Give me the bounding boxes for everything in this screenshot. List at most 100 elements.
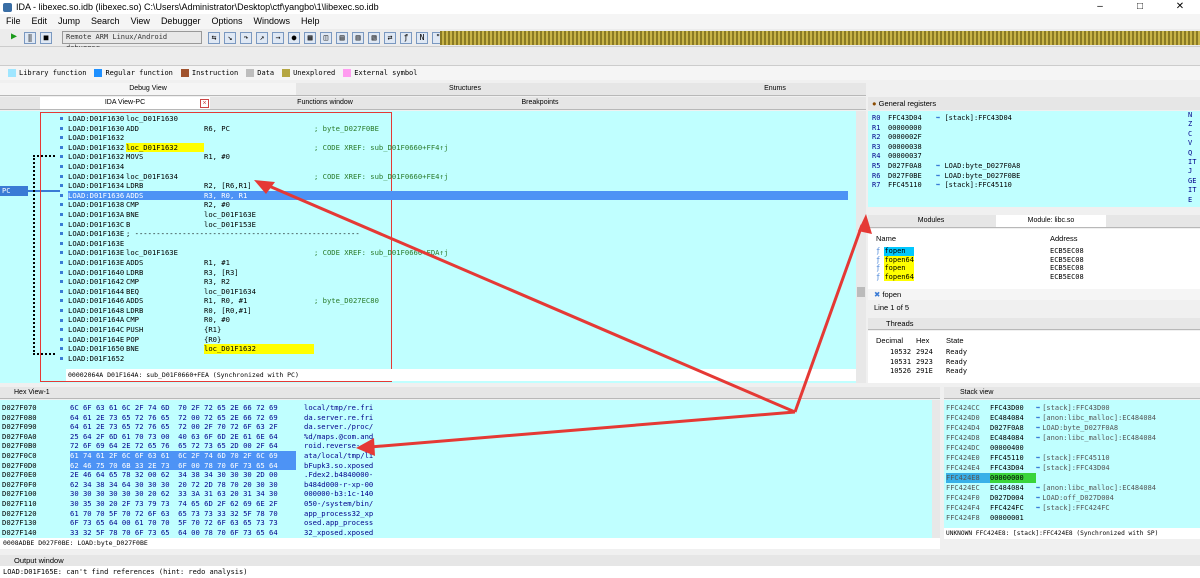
register-row[interactable]: R7 FFC45110 ➥ [stack]:FFC45110 bbox=[872, 181, 1188, 191]
hex-row[interactable]: D027F0A0 25 64 2F 6D 61 70 73 00 40 63 6F… bbox=[2, 432, 932, 442]
thread-row[interactable]: 10531 2923 Ready bbox=[876, 358, 1196, 368]
minimize-button[interactable]: – bbox=[1080, 0, 1120, 14]
menu-search[interactable]: Search bbox=[91, 14, 120, 29]
hex-scrollbar[interactable] bbox=[932, 400, 940, 538]
disasm-line[interactable]: LOAD:D01F1650 BNE loc_D01F1632 bbox=[68, 344, 848, 354]
debugger-select[interactable]: Remote ARM Linux/Android debugger bbox=[62, 31, 202, 52]
close-icon[interactable]: × bbox=[200, 99, 209, 108]
disasm-line[interactable]: LOAD:D01F1634 LDRB R2, [R6,R1] bbox=[68, 181, 848, 191]
stack-row[interactable]: FFC424F8 00000001 bbox=[946, 513, 1200, 523]
hex-row[interactable]: D027F0E0 2E 46 64 65 78 32 00 62 34 38 34… bbox=[2, 470, 932, 480]
hex-row[interactable]: D027F0C0 61 74 61 2F 6C 6F 63 61 6C 2F 74… bbox=[2, 450, 932, 461]
menu-windows[interactable]: Windows bbox=[254, 14, 291, 29]
tab-enums[interactable]: Enums bbox=[630, 83, 920, 95]
register-row[interactable]: R5 D027F0A8 ➥ LOAD:byte_D027F0A8 bbox=[872, 162, 1188, 172]
jump-arrow-icon[interactable]: ➥ bbox=[1036, 484, 1040, 492]
registers-panel[interactable]: R0 FFC43D04 ➥ [stack]:FFC43D04 R1 00000000 R2… bbox=[868, 111, 1188, 207]
col-state[interactable]: State bbox=[946, 336, 964, 345]
disasm-line[interactable]: LOAD:D01F163E ADDS R1, #1 bbox=[68, 258, 848, 268]
disasm-line[interactable]: LOAD:D01F1652 bbox=[68, 354, 848, 364]
register-value[interactable]: FFC43D04 bbox=[888, 114, 936, 124]
hex-view-panel[interactable]: D027F070 6C 6F 63 61 6C 2F 74 6D 70 2F 72… bbox=[0, 400, 932, 538]
disasm-line[interactable]: LOAD:D01F164A CMP R0, #0 bbox=[68, 315, 848, 325]
breakpoint-icon[interactable]: ● bbox=[288, 31, 300, 44]
run-to-cursor-icon[interactable]: → bbox=[272, 31, 284, 44]
disasm-line[interactable]: LOAD:D01F164E POP {R0} bbox=[68, 335, 848, 345]
register-row[interactable]: R6 D027F0BE ➥ LOAD:byte_D027F0BE bbox=[872, 172, 1188, 182]
hex-row[interactable]: D027F070 6C 6F 63 61 6C 2F 74 6D 70 2F 72… bbox=[2, 403, 932, 413]
attach-icon[interactable]: ⇆ bbox=[208, 31, 220, 44]
menu-options[interactable]: Options bbox=[211, 14, 242, 29]
tab-ida-view-pc[interactable]: IDA View-PC bbox=[40, 97, 210, 109]
jump-arrow-icon[interactable]: ➥ bbox=[1036, 414, 1040, 422]
tab-structures[interactable]: Structures bbox=[320, 83, 610, 95]
close-button[interactable]: ✕ bbox=[1160, 0, 1200, 14]
tab-module-libc[interactable]: Module: libc.so bbox=[996, 215, 1106, 227]
col-name[interactable]: Name bbox=[876, 234, 896, 243]
hex-row[interactable]: D027F120 61 70 70 5F 70 72 6F 63 65 73 73… bbox=[2, 509, 932, 519]
menu-help[interactable]: Help bbox=[301, 14, 320, 29]
run-icon[interactable]: ▶ bbox=[8, 31, 20, 44]
module-row[interactable]: ƒ fopen ECB5EC08 bbox=[876, 264, 1196, 273]
hex-row[interactable]: D027F100 30 30 30 30 30 30 20 62 33 3A 31… bbox=[2, 489, 932, 499]
register-value[interactable]: 0000002F bbox=[888, 133, 936, 143]
register-value[interactable]: 00000000 bbox=[888, 124, 936, 134]
xref-icon[interactable]: ⇄ bbox=[384, 31, 396, 44]
register-row[interactable]: R0 FFC43D04 ➥ [stack]:FFC43D04 bbox=[872, 114, 1188, 124]
col-decimal[interactable]: Decimal bbox=[876, 336, 903, 345]
module-row[interactable]: ƒ fopen64 ECB5EC08 bbox=[876, 255, 1196, 264]
register-value[interactable]: 00000038 bbox=[888, 143, 936, 153]
jump-arrow-icon[interactable]: ➥ bbox=[1036, 404, 1040, 412]
modules-panel[interactable]: Name Address ƒ fopen ECB5EC08 ƒ fopen64 ECB… bbox=[868, 229, 1200, 289]
threads-panel[interactable]: Decimal Hex State 10532 2924 Ready 10531 292… bbox=[868, 331, 1200, 383]
stack-row[interactable]: FFC424D8 EC484084 ➥ [anon:libc_malloc]:EC48… bbox=[946, 433, 1200, 443]
stack-view-panel[interactable]: FFC424CC FFC43D00 ➥ [stack]:FFC43D00 FFC424D… bbox=[944, 400, 1200, 528]
hex-row[interactable]: D027F0D0 62 46 75 70 6B 33 2E 73 6F 00 78… bbox=[2, 460, 932, 471]
modules-search[interactable]: ✖ fopen bbox=[868, 289, 1200, 300]
jump-arrow-icon[interactable]: ➥ bbox=[1036, 454, 1040, 462]
name-icon[interactable]: N bbox=[416, 31, 428, 44]
stack-row[interactable]: FFC424D0 EC484084 ➥ [anon:libc_malloc]:EC48… bbox=[946, 413, 1200, 423]
tab-modules[interactable]: Modules bbox=[886, 215, 976, 227]
disasm-line[interactable]: LOAD:D01F163E; -------------------------… bbox=[68, 229, 848, 239]
col-address[interactable]: Address bbox=[1050, 234, 1078, 243]
maximize-button[interactable]: □ bbox=[1120, 0, 1160, 14]
stack-row[interactable]: FFC424EC EC484084 ➥ [anon:libc_malloc]:EC48… bbox=[946, 483, 1200, 493]
register-value[interactable]: D027F0BE bbox=[888, 172, 936, 182]
hex-row[interactable]: D027F080 64 61 2E 73 65 72 76 65 72 00 72… bbox=[2, 413, 932, 423]
col-hex[interactable]: Hex bbox=[916, 336, 929, 345]
disasm-line[interactable]: LOAD:D01F163E bbox=[68, 239, 848, 249]
disasm-line[interactable]: LOAD:D01F163C Bloc_D01F153E bbox=[68, 220, 848, 230]
disassembly-listing[interactable]: LOAD:D01F1630 loc_D01F1630 LOAD:D01F1630 AD… bbox=[68, 114, 848, 363]
jump-arrow-icon[interactable]: ➥ bbox=[1036, 434, 1040, 442]
pause-icon[interactable]: ‖ bbox=[24, 31, 36, 44]
navigation-band[interactable] bbox=[440, 31, 1200, 45]
menu-view[interactable]: View bbox=[131, 14, 150, 29]
menu-jump[interactable]: Jump bbox=[58, 14, 80, 29]
disasm-line[interactable]: LOAD:D01F1634 bbox=[68, 162, 848, 172]
jump-arrow-icon[interactable]: ➥ bbox=[1036, 494, 1040, 502]
disasm-line[interactable]: LOAD:D01F163A BNE loc_D01F163E bbox=[68, 210, 848, 220]
stack-row[interactable]: FFC424E8 00000000 bbox=[946, 473, 1200, 483]
stack-row[interactable]: FFC424D4 D027F0A8 ➥ LOAD:byte_D027F0A8 bbox=[946, 423, 1200, 433]
register-value[interactable]: D027F0A8 bbox=[888, 162, 936, 172]
step-out-icon[interactable]: ↗ bbox=[256, 31, 268, 44]
tab-breakpoints[interactable]: Breakpoints bbox=[440, 97, 640, 109]
register-row[interactable]: R1 00000000 bbox=[872, 124, 1188, 134]
stack-row[interactable]: FFC424F0 D027D004 ➥ LOAD:off_D027D004 bbox=[946, 493, 1200, 503]
disasm-line[interactable]: LOAD:D01F1642 CMP R3, R2 bbox=[68, 277, 848, 287]
hex-icon[interactable]: ▤ bbox=[336, 31, 348, 44]
register-row[interactable]: R3 00000038 bbox=[872, 143, 1188, 153]
tab-debug-view[interactable]: Debug View bbox=[0, 83, 296, 95]
enum-icon[interactable]: ▧ bbox=[368, 31, 380, 44]
function-icon[interactable]: ƒ bbox=[400, 31, 412, 44]
module-row[interactable]: ƒ fopen64 ECB5EC08 bbox=[876, 272, 1196, 281]
hex-row[interactable]: D027F130 6F 73 65 64 00 61 70 70 5F 70 72… bbox=[2, 518, 932, 528]
register-value[interactable]: FFC45110 bbox=[888, 181, 936, 191]
register-value[interactable]: 00000037 bbox=[888, 152, 936, 162]
graph-icon[interactable]: ◫ bbox=[320, 31, 332, 44]
disasm-line[interactable]: LOAD:D01F1634 loc_D01F1634 ; CODE XREF: su… bbox=[68, 172, 848, 182]
tab-stack-view[interactable]: Stack view bbox=[960, 389, 993, 396]
thread-row[interactable]: 10532 2924 Ready bbox=[876, 348, 1196, 358]
disasm-line[interactable]: LOAD:D01F1648 LDRB R0, [R0,#1] bbox=[68, 306, 848, 316]
